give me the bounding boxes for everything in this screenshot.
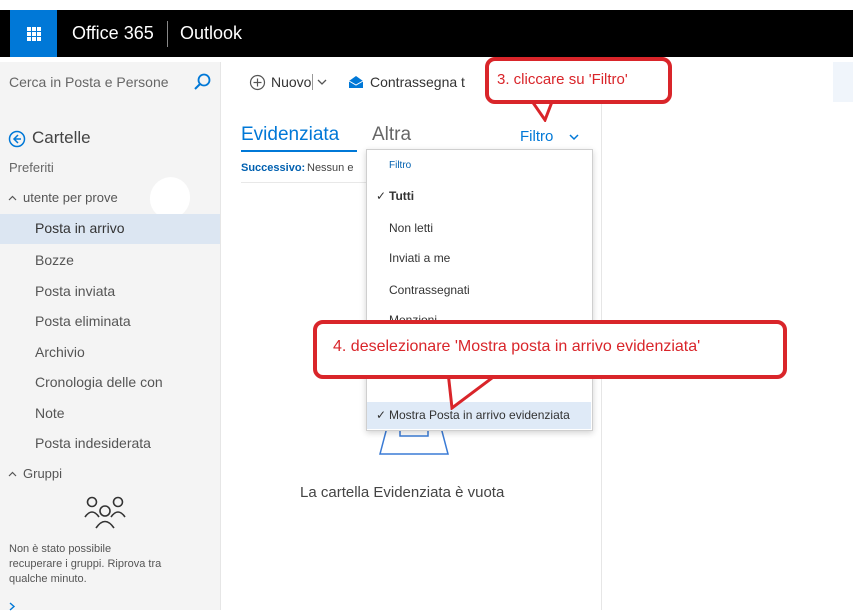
next-label: Successivo: xyxy=(241,162,306,174)
chevron-down-icon[interactable] xyxy=(569,132,579,142)
filter-menu-header: Filtro xyxy=(389,160,412,171)
filter-option-to-me[interactable]: Inviati a me xyxy=(389,251,450,265)
add-icon xyxy=(249,74,266,91)
annotation-step3: 3. cliccare su 'Filtro' xyxy=(485,57,672,104)
folder-pane: Cartelle Preferiti utente per prove Post… xyxy=(0,102,221,611)
chevron-down-icon[interactable] xyxy=(317,77,327,87)
folders-title[interactable]: Cartelle xyxy=(32,128,91,148)
tab-other[interactable]: Altra xyxy=(372,124,411,146)
folder-inbox[interactable]: Posta in arrivo xyxy=(35,220,124,236)
waffle-icon xyxy=(26,26,41,41)
search-box[interactable]: Cerca in Posta e Persone xyxy=(0,62,221,102)
new-message-button[interactable]: Nuovo xyxy=(271,74,311,90)
annotation-step3-text: 3. cliccare su 'Filtro' xyxy=(497,71,628,88)
folder-drafts[interactable]: Bozze xyxy=(35,252,74,268)
toolbar-right-area xyxy=(833,62,853,102)
groups-error-text: qualche minuto. xyxy=(9,573,87,585)
groups-title[interactable]: Gruppi xyxy=(23,466,62,481)
chevron-up-icon[interactable] xyxy=(8,470,17,479)
empty-message: La cartella Evidenziata è vuota xyxy=(300,484,505,501)
folder-notes[interactable]: Note xyxy=(35,405,65,421)
tab-focused[interactable]: Evidenziata xyxy=(241,124,339,146)
folder-sent[interactable]: Posta inviata xyxy=(35,283,115,299)
app-name[interactable]: Outlook xyxy=(180,23,242,44)
divider xyxy=(167,21,168,47)
people-icon xyxy=(84,496,126,529)
folder-archive[interactable]: Archivio xyxy=(35,344,85,360)
filter-option-all[interactable]: Tutti xyxy=(389,189,414,203)
groups-error-text: recuperare i gruppi. Riprova tra xyxy=(9,558,162,570)
favorites-item[interactable]: Preferiti xyxy=(9,160,54,175)
filter-option-flagged[interactable]: Contrassegnati xyxy=(389,283,470,297)
mark-button[interactable]: Contrassegna t xyxy=(370,74,465,90)
search-input[interactable]: Cerca in Posta e Persone xyxy=(9,74,169,90)
folder-deleted[interactable]: Posta eliminata xyxy=(35,313,131,329)
focused-inbox-toggle[interactable]: Mostra Posta in arrivo evidenziata xyxy=(389,408,570,422)
checkmark-icon: ✓ xyxy=(376,408,387,422)
folder-conversation-history[interactable]: Cronologia delle con xyxy=(35,374,163,390)
top-bar: Office 365 Outlook xyxy=(0,0,853,61)
annotation-step4-text: 4. deselezionare 'Mostra posta in arrivo… xyxy=(333,338,701,355)
folder-junk[interactable]: Posta indesiderata xyxy=(35,435,151,451)
envelope-open-icon xyxy=(348,76,364,88)
divider xyxy=(312,74,313,90)
brand-name[interactable]: Office 365 xyxy=(72,23,154,44)
checkmark-icon: ✓ xyxy=(376,189,387,203)
filter-option-unread[interactable]: Non letti xyxy=(389,221,433,235)
annotation-step4: 4. deselezionare 'Mostra posta in arrivo… xyxy=(313,320,787,379)
chevron-up-icon[interactable] xyxy=(8,194,17,203)
tab-focused-underline xyxy=(241,150,357,152)
next-value: Nessun e xyxy=(307,162,354,174)
account-item[interactable]: utente per prove xyxy=(23,190,118,205)
search-icon[interactable] xyxy=(192,72,212,92)
back-arrow-icon[interactable] xyxy=(8,130,26,148)
groups-error-text: Non è stato possibile xyxy=(9,543,112,555)
filter-button[interactable]: Filtro xyxy=(520,128,553,145)
app-launcher-button[interactable] xyxy=(10,10,57,57)
